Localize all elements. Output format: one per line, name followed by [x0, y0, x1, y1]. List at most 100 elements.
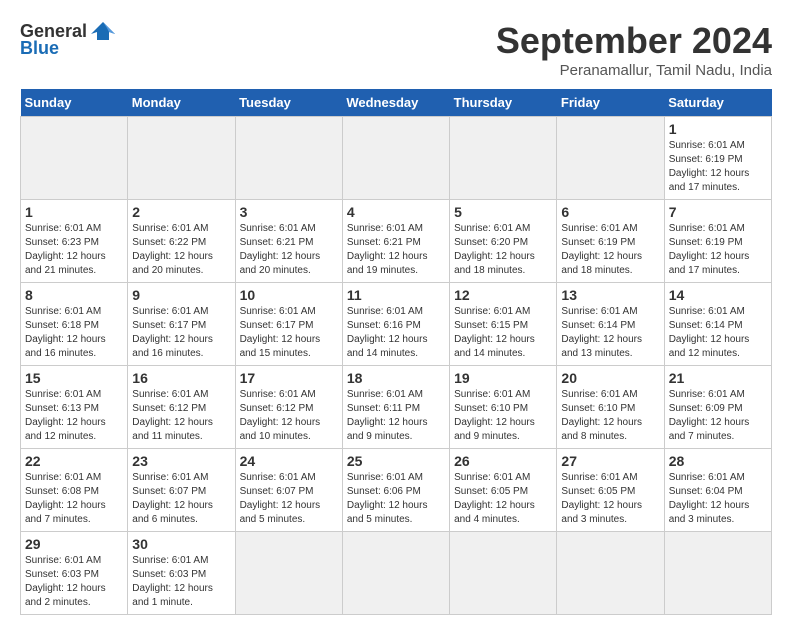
calendar-cell: 15Sunrise: 6:01 AMSunset: 6:13 PMDayligh… [21, 366, 128, 449]
day-number: 9 [132, 287, 230, 303]
day-info: Sunrise: 6:01 AMSunset: 6:06 PMDaylight:… [347, 472, 428, 525]
calendar-cell: 28 Sunrise: 6:01 AMSunset: 6:04 PMDayligh… [664, 449, 771, 532]
day-number: 17 [240, 370, 338, 386]
calendar-cell: 14 Sunrise: 6:01 AMSunset: 6:14 PMDayligh… [664, 283, 771, 366]
logo: General Blue [20, 20, 119, 59]
day-number: 4 [347, 204, 445, 220]
day-number: 8 [25, 287, 123, 303]
day-info: Sunrise: 6:01 AMSunset: 6:20 PMDaylight:… [454, 223, 535, 276]
day-info: Sunrise: 6:01 AMSunset: 6:18 PMDaylight:… [25, 306, 106, 359]
calendar-cell [235, 117, 342, 200]
day-info: Sunrise: 6:01 AMSunset: 6:15 PMDaylight:… [454, 306, 535, 359]
calendar-week-row: 1Sunrise: 6:01 AMSunset: 6:23 PMDaylight… [21, 200, 772, 283]
month-title: September 2024 [496, 20, 772, 62]
calendar-cell: 18Sunrise: 6:01 AMSunset: 6:11 PMDayligh… [342, 366, 449, 449]
day-info: Sunrise: 6:01 AMSunset: 6:19 PMDaylight:… [669, 140, 750, 193]
day-info: Sunrise: 6:01 AMSunset: 6:05 PMDaylight:… [561, 472, 642, 525]
day-number: 2 [132, 204, 230, 220]
day-number: 5 [454, 204, 552, 220]
day-info: Sunrise: 6:01 AMSunset: 6:21 PMDaylight:… [347, 223, 428, 276]
calendar-cell [557, 117, 664, 200]
day-info: Sunrise: 6:01 AMSunset: 6:10 PMDaylight:… [454, 389, 535, 442]
calendar-cell: 21Sunrise: 6:01 AMSunset: 6:09 PMDayligh… [664, 366, 771, 449]
day-number: 14 [669, 287, 767, 303]
day-info: Sunrise: 6:01 AMSunset: 6:04 PMDaylight:… [669, 472, 750, 525]
calendar-week-row: 15Sunrise: 6:01 AMSunset: 6:13 PMDayligh… [21, 366, 772, 449]
day-number: 30 [132, 536, 230, 552]
day-info: Sunrise: 6:01 AMSunset: 6:05 PMDaylight:… [454, 472, 535, 525]
calendar-cell [128, 117, 235, 200]
calendar-cell [450, 117, 557, 200]
weekday-header: Tuesday [235, 89, 342, 117]
calendar-cell: 27 Sunrise: 6:01 AMSunset: 6:05 PMDayligh… [557, 449, 664, 532]
day-number: 3 [240, 204, 338, 220]
calendar-week-row: 29Sunrise: 6:01 AMSunset: 6:03 PMDayligh… [21, 532, 772, 615]
calendar-cell: 7Sunrise: 6:01 AMSunset: 6:19 PMDaylight… [664, 200, 771, 283]
day-number: 10 [240, 287, 338, 303]
calendar-week-row: 22Sunrise: 6:01 AMSunset: 6:08 PMDayligh… [21, 449, 772, 532]
day-info: Sunrise: 6:01 AMSunset: 6:14 PMDaylight:… [669, 306, 750, 359]
day-number: 12 [454, 287, 552, 303]
day-number: 24 [240, 453, 338, 469]
calendar-cell [664, 532, 771, 615]
calendar-cell: 4 Sunrise: 6:01 AMSunset: 6:21 PMDaylight… [342, 200, 449, 283]
calendar-cell: 16 Sunrise: 6:01 AMSunset: 6:12 PMDayligh… [128, 366, 235, 449]
day-number: 28 [669, 453, 767, 469]
calendar-table: SundayMondayTuesdayWednesdayThursdayFrid… [20, 89, 772, 615]
day-info: Sunrise: 6:01 AMSunset: 6:17 PMDaylight:… [132, 306, 213, 359]
day-info: Sunrise: 6:01 AMSunset: 6:21 PMDaylight:… [240, 223, 321, 276]
day-number: 18 [347, 370, 445, 386]
day-number: 7 [669, 204, 767, 220]
calendar-cell: 6Sunrise: 6:01 AMSunset: 6:19 PMDaylight… [557, 200, 664, 283]
calendar-cell [235, 532, 342, 615]
calendar-week-row: 8 Sunrise: 6:01 AMSunset: 6:18 PMDaylight… [21, 283, 772, 366]
day-info: Sunrise: 6:01 AMSunset: 6:14 PMDaylight:… [561, 306, 642, 359]
day-number: 11 [347, 287, 445, 303]
weekday-header: Saturday [664, 89, 771, 117]
day-info: Sunrise: 6:01 AMSunset: 6:16 PMDaylight:… [347, 306, 428, 359]
calendar-cell: 10 Sunrise: 6:01 AMSunset: 6:17 PMDayligh… [235, 283, 342, 366]
calendar-cell: 24Sunrise: 6:01 AMSunset: 6:07 PMDayligh… [235, 449, 342, 532]
day-number: 25 [347, 453, 445, 469]
calendar-cell: 29Sunrise: 6:01 AMSunset: 6:03 PMDayligh… [21, 532, 128, 615]
calendar-cell [21, 117, 128, 200]
day-info: Sunrise: 6:01 AMSunset: 6:12 PMDaylight:… [132, 389, 213, 442]
day-number: 26 [454, 453, 552, 469]
calendar-cell: 30 Sunrise: 6:01 AMSunset: 6:03 PMDayligh… [128, 532, 235, 615]
calendar-cell: 22Sunrise: 6:01 AMSunset: 6:08 PMDayligh… [21, 449, 128, 532]
calendar-week-row: 1Sunrise: 6:01 AMSunset: 6:19 PMDaylight… [21, 117, 772, 200]
calendar-cell: 9 Sunrise: 6:01 AMSunset: 6:17 PMDaylight… [128, 283, 235, 366]
calendar-cell: 8 Sunrise: 6:01 AMSunset: 6:18 PMDaylight… [21, 283, 128, 366]
calendar-cell: 1Sunrise: 6:01 AMSunset: 6:19 PMDaylight… [664, 117, 771, 200]
day-info: Sunrise: 6:01 AMSunset: 6:03 PMDaylight:… [132, 555, 213, 608]
day-number: 27 [561, 453, 659, 469]
day-number: 19 [454, 370, 552, 386]
day-number: 23 [132, 453, 230, 469]
calendar-cell: 19 Sunrise: 6:01 AMSunset: 6:10 PMDayligh… [450, 366, 557, 449]
weekday-header: Monday [128, 89, 235, 117]
calendar-cell [342, 117, 449, 200]
logo-blue-text: Blue [20, 38, 59, 59]
calendar-cell: 1Sunrise: 6:01 AMSunset: 6:23 PMDaylight… [21, 200, 128, 283]
calendar-cell: 5 Sunrise: 6:01 AMSunset: 6:20 PMDaylight… [450, 200, 557, 283]
calendar-cell [450, 532, 557, 615]
location-subtitle: Peranamallur, Tamil Nadu, India [496, 62, 772, 79]
calendar-cell: 20Sunrise: 6:01 AMSunset: 6:10 PMDayligh… [557, 366, 664, 449]
day-info: Sunrise: 6:01 AMSunset: 6:07 PMDaylight:… [132, 472, 213, 525]
calendar-cell: 12 Sunrise: 6:01 AMSunset: 6:15 PMDayligh… [450, 283, 557, 366]
day-number: 1 [25, 204, 123, 220]
calendar-cell: 3 Sunrise: 6:01 AMSunset: 6:21 PMDaylight… [235, 200, 342, 283]
header-row: SundayMondayTuesdayWednesdayThursdayFrid… [21, 89, 772, 117]
day-number: 22 [25, 453, 123, 469]
calendar-cell: 13 Sunrise: 6:01 AMSunset: 6:14 PMDayligh… [557, 283, 664, 366]
calendar-cell: 17Sunrise: 6:01 AMSunset: 6:12 PMDayligh… [235, 366, 342, 449]
day-number: 13 [561, 287, 659, 303]
day-info: Sunrise: 6:01 AMSunset: 6:19 PMDaylight:… [561, 223, 642, 276]
calendar-cell: 25 Sunrise: 6:01 AMSunset: 6:06 PMDayligh… [342, 449, 449, 532]
day-number: 21 [669, 370, 767, 386]
day-number: 16 [132, 370, 230, 386]
calendar-cell [557, 532, 664, 615]
day-info: Sunrise: 6:01 AMSunset: 6:17 PMDaylight:… [240, 306, 321, 359]
day-info: Sunrise: 6:01 AMSunset: 6:13 PMDaylight:… [25, 389, 106, 442]
calendar-cell: 23 Sunrise: 6:01 AMSunset: 6:07 PMDayligh… [128, 449, 235, 532]
